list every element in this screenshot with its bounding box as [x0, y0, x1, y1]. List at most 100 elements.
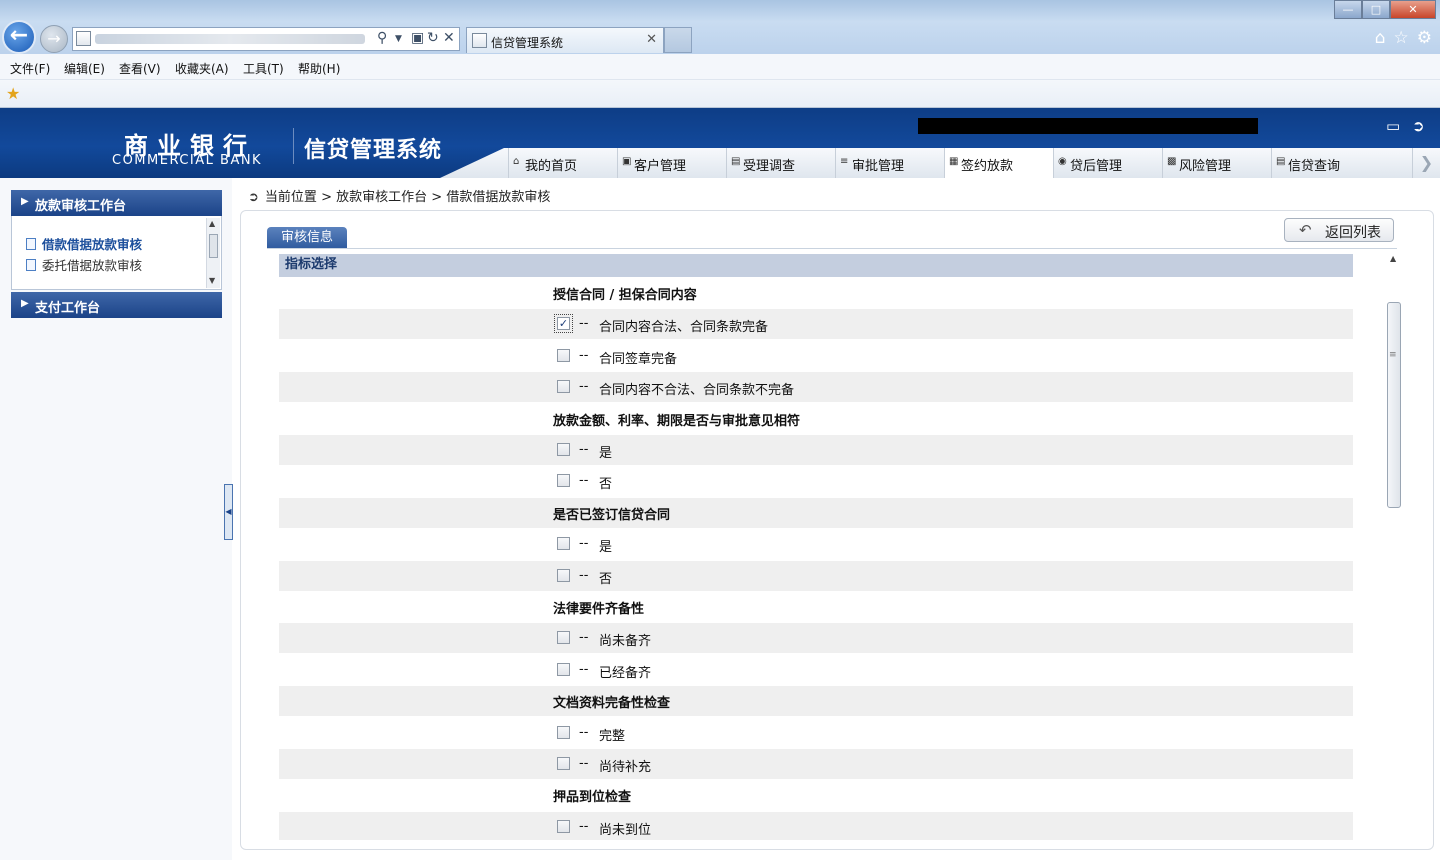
question-title: 放款金额、利率、期限是否与审批意见相符 [553, 413, 801, 429]
scroll-grip-icon: ≡ [1389, 350, 1397, 360]
tab-audit-info[interactable]: 审核信息 [267, 227, 347, 249]
menu-bar: 文件(F) 编辑(E) 查看(V) 收藏夹(A) 工具(T) 帮助(H) [0, 54, 1440, 80]
sidebar-item-entrusted-receipt-review[interactable]: 委托借据放款审核 [26, 255, 142, 274]
monitor-icon[interactable]: ▭ [1386, 117, 1400, 135]
question-row: 是否已签订信贷合同 [279, 497, 1353, 528]
tab-survey[interactable]: ▤ 受理调查 [726, 148, 835, 178]
question-title: 授信合同 / 担保合同内容 [553, 288, 697, 303]
menu-edit[interactable]: 编辑(E) [64, 60, 105, 77]
browser-tab[interactable]: 信贷管理系统 ✕ [466, 27, 664, 53]
back-button[interactable]: ← [2, 20, 36, 54]
customer-icon: ▣ [622, 156, 632, 167]
tab-label: 信贷查询 [1288, 159, 1341, 174]
option-checkbox[interactable] [557, 537, 570, 551]
sidebar-section-payment[interactable]: ▶ 支付工作台 [11, 292, 222, 318]
refresh-icon[interactable]: ↻ [427, 30, 439, 46]
option-row: -- 已经备齐 [279, 655, 1353, 685]
option-checkbox[interactable] [557, 819, 570, 833]
option-row: -- 合同签章完备 [279, 341, 1353, 371]
tab-label: 客户管理 [634, 159, 687, 174]
tab-home[interactable]: ⌂ 我的首页 [508, 148, 617, 178]
option-dash: -- [579, 661, 589, 677]
scroll-thumb[interactable] [1387, 302, 1401, 508]
compat-view-icon[interactable]: ▣ [411, 30, 424, 46]
option-row: -- 否 [279, 466, 1353, 496]
maximize-button[interactable]: □ [1362, 0, 1390, 19]
collapse-sidebar-handle[interactable]: ◀ [224, 484, 233, 540]
app-header: 商业银行 COMMERCIAL BANK 信贷管理系统 ▭ ➲ ⌂ 我的首页 ▣… [0, 108, 1440, 178]
question-row: 授信合同 / 担保合同内容 [279, 278, 1353, 308]
document-icon [26, 238, 36, 250]
sidebar-section-label: 放款审核工作台 [35, 199, 127, 214]
option-checkbox[interactable] [557, 725, 570, 739]
return-list-button[interactable]: ↶ 返回列表 [1284, 218, 1394, 242]
menu-file[interactable]: 文件(F) [10, 60, 50, 77]
tab-contract[interactable]: ▦ 签约放款 [944, 148, 1053, 178]
scroll-up-icon[interactable]: ▲ [1390, 254, 1396, 263]
option-dash: -- [579, 724, 589, 740]
sidebar-scrollbar[interactable]: ▲ ▼ [206, 218, 220, 288]
forward-button[interactable]: → [40, 25, 68, 53]
sidebar-section-label: 支付工作台 [35, 301, 101, 316]
expand-arrow-icon: ▶ [21, 196, 29, 207]
option-checkbox[interactable] [557, 380, 570, 394]
option-label: 合同内容不合法、合同条款不完备 [599, 383, 795, 399]
stop-icon[interactable]: ✕ [443, 30, 455, 46]
sidebar-section-loan-review[interactable]: ▶ 放款审核工作台 [11, 190, 222, 216]
breadcrumb-link-workbench[interactable]: 放款审核工作台 [336, 190, 427, 205]
sidebar-item-list: 借款借据放款审核 委托借据放款审核 ▲ ▼ [11, 216, 222, 290]
tab-risk[interactable]: ▩ 风险管理 [1162, 148, 1271, 178]
tab-customer[interactable]: ▣ 客户管理 [617, 148, 726, 178]
menu-help[interactable]: 帮助(H) [298, 60, 340, 77]
tab-underline [267, 248, 1397, 249]
close-tab-icon[interactable]: ✕ [646, 32, 657, 47]
breadcrumb: ➲ 当前位置 > 放款审核工作台 > 借款借据放款审核 [248, 186, 550, 205]
chevron-right-icon[interactable]: ❯ [1412, 148, 1440, 178]
system-name: 信贷管理系统 [304, 138, 443, 163]
favorites-star-icon[interactable]: ☆ [1394, 28, 1409, 48]
question-row: 文档资料完备性检查 [279, 686, 1353, 717]
window-controls: — □ ✕ [1334, 0, 1436, 20]
menu-tools[interactable]: 工具(T) [243, 60, 284, 77]
option-checkbox[interactable] [557, 631, 570, 645]
option-row: -- 尚待补充 [279, 749, 1353, 779]
option-checkbox[interactable] [557, 568, 570, 582]
close-window-button[interactable]: ✕ [1390, 0, 1436, 19]
address-bar[interactable]: ⚲ ▼ ▣ ↻ ✕ [72, 27, 460, 51]
option-label: 已经备齐 [599, 665, 652, 681]
option-checkbox[interactable] [557, 348, 570, 362]
question-title: 文档资料完备性检查 [553, 696, 671, 712]
tab-postloan[interactable]: ◉ 贷后管理 [1053, 148, 1162, 178]
tab-label: 签约放款 [961, 159, 1014, 174]
survey-icon: ▤ [731, 156, 741, 167]
search-icon[interactable]: ⚲ [377, 30, 387, 46]
option-checkbox[interactable] [557, 757, 570, 770]
minimize-button[interactable]: — [1334, 0, 1362, 19]
scroll-thumb[interactable] [209, 234, 218, 258]
content-scrollbar[interactable]: ▲ ≡ [1386, 254, 1402, 836]
scroll-up-icon[interactable]: ▲ [209, 219, 215, 228]
home-icon[interactable]: ⌂ [1375, 28, 1386, 48]
option-checkbox[interactable] [557, 474, 570, 488]
add-favorite-icon[interactable]: ★ [6, 84, 20, 103]
gear-icon[interactable]: ⚙ [1417, 28, 1432, 48]
menu-favorites[interactable]: 收藏夹(A) [175, 60, 229, 77]
home-icon: ⌂ [513, 156, 520, 167]
bank-name-en: COMMERCIAL BANK [112, 153, 263, 168]
question-row: 法律要件齐备性 [279, 592, 1353, 622]
menu-view[interactable]: 查看(V) [119, 60, 161, 77]
tab-query[interactable]: ▤ 信贷查询 [1271, 148, 1380, 178]
dropdown-icon[interactable]: ▼ [395, 34, 402, 44]
return-list-label: 返回列表 [1325, 225, 1381, 241]
option-checkbox[interactable]: ✓ [554, 314, 573, 334]
new-tab-button[interactable] [664, 27, 692, 53]
browser-tab-title: 信贷管理系统 [491, 36, 564, 50]
logout-icon[interactable]: ➲ [1412, 117, 1425, 135]
option-checkbox[interactable] [557, 662, 570, 676]
option-row: -- 否 [279, 560, 1353, 591]
breadcrumb-page: 借款借据放款审核 [446, 190, 551, 205]
option-checkbox[interactable] [557, 443, 570, 456]
sidebar-item-loan-receipt-review[interactable]: 借款借据放款审核 [26, 234, 142, 253]
scroll-down-icon[interactable]: ▼ [209, 276, 215, 285]
tab-approval[interactable]: ≡ 审批管理 [835, 148, 944, 178]
